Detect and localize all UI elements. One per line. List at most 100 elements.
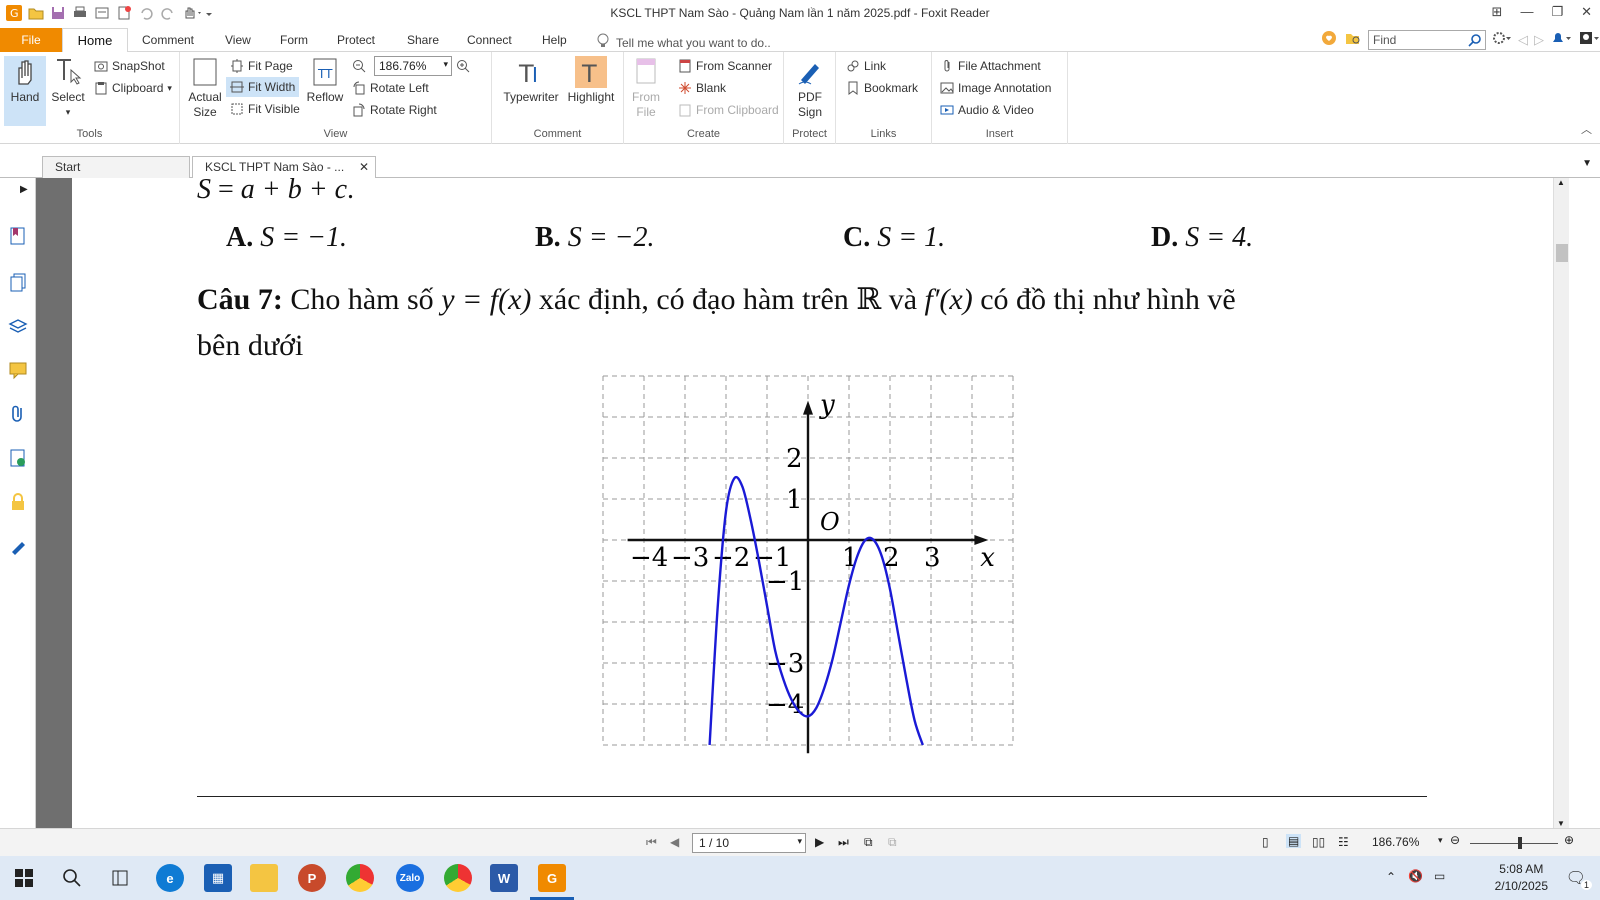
- tab-form[interactable]: Form: [270, 28, 318, 52]
- notification-bell-icon[interactable]: [1550, 30, 1572, 49]
- user-account-icon[interactable]: [1578, 30, 1600, 49]
- minimize-button[interactable]: —: [1520, 4, 1533, 20]
- tab-connect[interactable]: Connect: [457, 28, 522, 52]
- windows-start-icon[interactable]: [10, 864, 38, 892]
- zoom-menu-icon[interactable]: ▾: [1438, 835, 1443, 846]
- from-clipboard-button[interactable]: From Clipboard: [678, 100, 779, 120]
- tab-comment[interactable]: Comment: [132, 28, 204, 52]
- tell-me-search[interactable]: Tell me what you want to do..: [596, 33, 771, 52]
- status-zoom-value[interactable]: 186.76%: [1372, 835, 1419, 849]
- bookmark-button[interactable]: Bookmark: [846, 78, 918, 98]
- attachments-panel-icon[interactable]: [8, 404, 28, 424]
- previous-view-icon[interactable]: ⧉: [864, 835, 873, 850]
- fit-page-button[interactable]: Fit Page: [230, 56, 293, 76]
- audio-video-button[interactable]: Audio & Video: [940, 100, 1034, 120]
- edge-browser-icon[interactable]: e: [156, 864, 184, 892]
- file-explorer-icon[interactable]: [250, 864, 278, 892]
- actual-size-button[interactable]: Actual Size: [188, 56, 222, 120]
- image-annotation-button[interactable]: Image Annotation: [940, 78, 1051, 98]
- restore-button[interactable]: ❐: [1551, 4, 1563, 20]
- word-icon[interactable]: W: [490, 864, 518, 892]
- expand-panel-icon[interactable]: ▶: [20, 184, 28, 195]
- from-file-button[interactable]: From File: [628, 56, 664, 120]
- page-number-field[interactable]: 1 / 10 ▾: [692, 833, 806, 853]
- clipboard-button[interactable]: Clipboard ▾: [94, 78, 172, 98]
- collapse-ribbon-icon[interactable]: ︿: [1581, 121, 1592, 137]
- powerpoint-icon[interactable]: P: [298, 864, 326, 892]
- comments-panel-icon[interactable]: [8, 360, 28, 380]
- tab-protect[interactable]: Protect: [327, 28, 385, 52]
- task-view-icon[interactable]: [106, 864, 134, 892]
- fit-width-button[interactable]: Fit Width: [226, 77, 300, 97]
- zoom-slider-thumb[interactable]: [1518, 837, 1522, 849]
- layers-panel-icon[interactable]: [8, 316, 28, 336]
- single-page-icon[interactable]: ▯: [1262, 835, 1269, 849]
- signatures-panel-icon[interactable]: [8, 448, 28, 468]
- settings-gear-icon[interactable]: [1492, 30, 1512, 49]
- tab-current-document[interactable]: KSCL THPT Nam Sào - ... ✕: [192, 156, 376, 178]
- zoom-in-status-icon[interactable]: ⊕: [1564, 833, 1574, 847]
- security-lock-icon[interactable]: [8, 492, 28, 512]
- tab-help[interactable]: Help: [532, 28, 577, 52]
- scroll-down-icon[interactable]: ▼: [1557, 819, 1565, 828]
- volume-muted-icon[interactable]: 🔇: [1408, 869, 1423, 883]
- bookmarks-panel-icon[interactable]: [8, 226, 28, 246]
- next-result-icon[interactable]: ▷: [1534, 32, 1544, 48]
- ribbon-display-icon[interactable]: ⊞: [1492, 4, 1503, 20]
- select-button[interactable]: Select ▾: [48, 56, 88, 120]
- link-button[interactable]: Link: [846, 56, 886, 76]
- clipboard-dropdown-icon[interactable]: ▾: [167, 83, 172, 94]
- pages-panel-icon[interactable]: [8, 272, 28, 292]
- reflow-button[interactable]: TT Reflow: [306, 56, 344, 105]
- search-icon[interactable]: [1468, 33, 1482, 50]
- system-clock[interactable]: 5:08 AM 2/10/2025: [1495, 861, 1548, 895]
- first-page-icon[interactable]: ⏮: [646, 835, 657, 850]
- blank-button[interactable]: Blank: [678, 78, 726, 98]
- rotate-left-button[interactable]: Rotate Left: [352, 78, 429, 98]
- zalo-icon[interactable]: Zalo: [396, 864, 424, 892]
- next-view-icon[interactable]: ⧉: [888, 835, 897, 850]
- continuous-icon[interactable]: ▤: [1286, 834, 1302, 848]
- zoom-select[interactable]: 186.76% ▾: [374, 56, 452, 76]
- tab-file[interactable]: File: [0, 28, 62, 52]
- prev-result-icon[interactable]: ◁: [1518, 32, 1528, 48]
- tab-share[interactable]: Share: [397, 28, 449, 52]
- find-input[interactable]: Find: [1368, 29, 1486, 50]
- hand-button[interactable]: Hand: [4, 56, 46, 126]
- search-taskbar-icon[interactable]: [58, 864, 86, 892]
- tab-home[interactable]: Home: [62, 28, 128, 53]
- rotate-right-button[interactable]: Rotate Right: [352, 100, 437, 120]
- microsoft-store-icon[interactable]: ▦: [204, 864, 232, 892]
- zoom-out-status-icon[interactable]: ⊖: [1450, 833, 1460, 847]
- pdf-sign-button[interactable]: PDF Sign: [788, 56, 832, 120]
- previous-page-icon[interactable]: ◀: [670, 835, 679, 849]
- chrome-icon[interactable]: [346, 864, 374, 892]
- scrollbar-thumb[interactable]: [1556, 244, 1568, 262]
- tab-view[interactable]: View: [215, 28, 261, 52]
- search-folder-icon[interactable]: [1344, 29, 1362, 50]
- last-page-icon[interactable]: ⏭: [838, 835, 849, 850]
- continuous-facing-icon[interactable]: ☷: [1338, 835, 1349, 849]
- file-attachment-button[interactable]: File Attachment: [940, 56, 1041, 76]
- zoom-slider[interactable]: [1470, 843, 1558, 844]
- snapshot-button[interactable]: SnapShot: [94, 56, 165, 76]
- network-icon[interactable]: ▭: [1434, 869, 1445, 883]
- tabs-menu-icon[interactable]: ▼: [1582, 158, 1592, 169]
- tray-overflow-icon[interactable]: ⌃: [1386, 870, 1396, 884]
- chrome-profile-icon[interactable]: [444, 864, 472, 892]
- sign-panel-icon[interactable]: [8, 536, 28, 556]
- close-button[interactable]: ✕: [1581, 4, 1592, 20]
- tab-start[interactable]: Start: [42, 156, 190, 178]
- fit-visible-button[interactable]: Fit Visible: [230, 99, 300, 119]
- vertical-scrollbar[interactable]: ▲ ▼: [1553, 178, 1569, 828]
- select-dropdown-icon[interactable]: ▾: [48, 105, 88, 120]
- typewriter-button[interactable]: TI Typewriter: [500, 56, 562, 105]
- highlight-button[interactable]: T Highlight: [564, 56, 618, 105]
- scroll-up-icon[interactable]: ▲: [1557, 178, 1565, 187]
- from-scanner-button[interactable]: From Scanner: [678, 56, 772, 76]
- zoom-out-button[interactable]: [352, 56, 366, 76]
- close-tab-icon[interactable]: ✕: [359, 157, 369, 177]
- foxit-reader-taskbar-icon[interactable]: G: [538, 864, 566, 892]
- zoom-in-button[interactable]: [456, 56, 470, 76]
- facing-icon[interactable]: ▯▯: [1312, 835, 1325, 849]
